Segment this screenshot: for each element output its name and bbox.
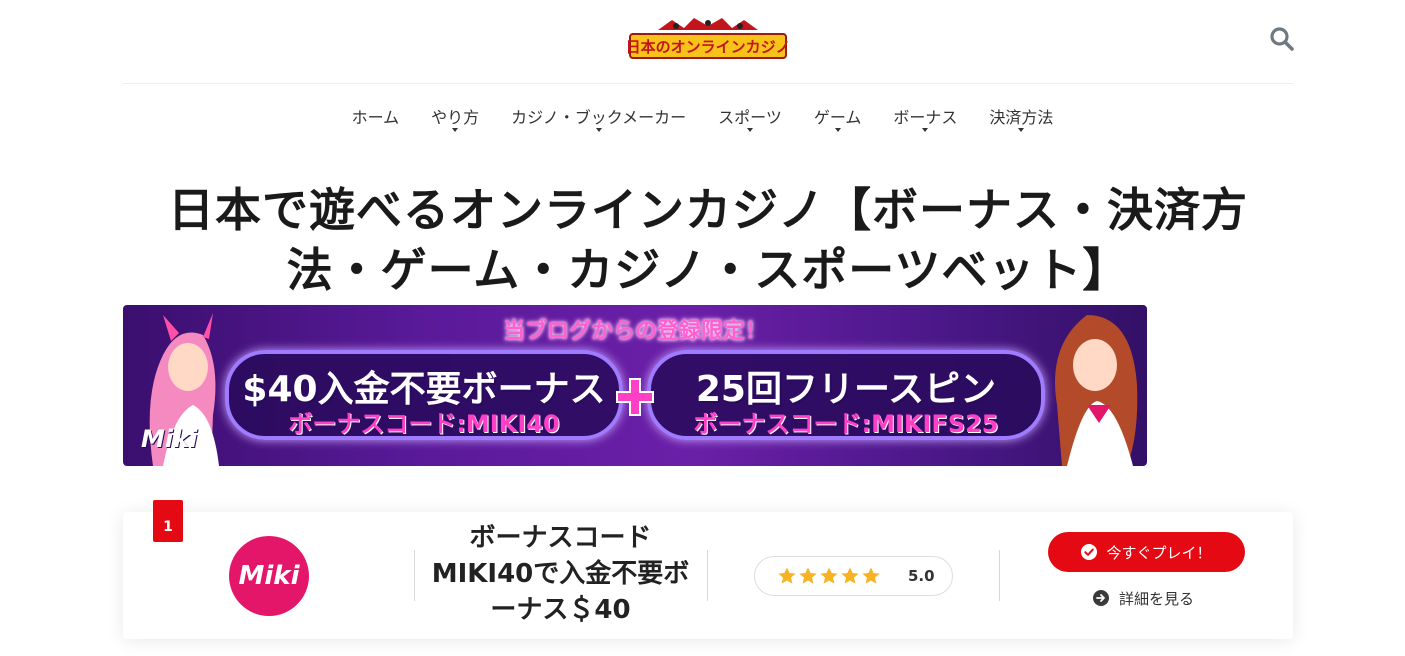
banner-offer-left: $40入金不要ボーナス ボーナスコード:MIKI40 (225, 350, 623, 440)
caret-down-icon (922, 128, 929, 132)
site-logo[interactable]: 日本のオンラインカジノ (626, 18, 790, 60)
nav-item-how-to[interactable]: やり方 (431, 104, 480, 132)
promo-banner[interactable]: Miki 当ブログからの登録限定！ $40入金不要ボーナス ボーナスコード:MI… (123, 305, 1147, 466)
nav-item-label: 決済方法 (989, 108, 1054, 127)
card-divider (999, 550, 1000, 601)
casino-card: Miki ボーナスコードMIKI40で入金不要ボーナス＄40 5.0 今すぐプレ… (123, 512, 1293, 639)
nav-item-label: ボーナス (893, 108, 958, 127)
bonus-description: ボーナスコードMIKI40で入金不要ボーナス＄40 (431, 523, 690, 625)
casino-logo-text: Miki (238, 561, 300, 591)
star-rating (777, 566, 882, 586)
check-circle-icon (1081, 544, 1098, 560)
nav-item-label: ホーム (351, 108, 400, 127)
caret-down-icon (595, 128, 602, 132)
nav-item-games[interactable]: ゲーム (813, 104, 862, 132)
rating-widget: 5.0 (754, 556, 953, 596)
main-nav: ホーム やり方 カジノ・ブックメーカー スポーツ ゲーム ボーナス 決済方法 (0, 84, 1405, 152)
page-title: 日本で遊べるオンラインカジノ【ボーナス・決済方法・ゲーム・カジノ・スポーツベット… (167, 183, 1249, 297)
nav-item-casino-bookmaker[interactable]: カジノ・ブックメーカー (511, 104, 687, 132)
star-icon (841, 567, 859, 584)
banner-headline: 当ブログからの登録限定！ (502, 319, 767, 344)
nav-item-label: スポーツ (718, 108, 782, 127)
arrow-circle-right-icon (1093, 590, 1109, 606)
star-icon (862, 567, 880, 584)
nav-item-label: カジノ・ブックメーカー (511, 108, 687, 127)
details-link[interactable]: 詳細を見る (1093, 588, 1194, 608)
nav-item-home[interactable]: ホーム (352, 104, 400, 128)
nav-item-bonus[interactable]: ボーナス (893, 104, 958, 132)
caret-down-icon (834, 128, 841, 132)
offer-code: ボーナスコード:MIKIFS25 (693, 410, 999, 438)
card-divider (707, 550, 708, 601)
nav-item-payment[interactable]: 決済方法 (989, 104, 1054, 132)
nav-item-sports[interactable]: スポーツ (718, 104, 782, 132)
star-icon (820, 567, 838, 584)
play-now-button[interactable]: 今すぐプレイ！ (1048, 532, 1245, 572)
banner-brand: Miki (141, 425, 198, 453)
plus-icon (616, 378, 654, 416)
caret-down-icon (452, 128, 459, 132)
logo-graphic: 日本のオンラインカジノ (626, 18, 790, 59)
offer-code: ボーナスコード:MIKI40 (288, 410, 560, 438)
star-icon (778, 567, 796, 584)
caret-down-icon (747, 128, 754, 132)
card-divider (414, 550, 415, 601)
play-now-label: 今すぐプレイ！ (1106, 543, 1212, 562)
character-illustration-right (1055, 315, 1138, 466)
search-icon[interactable] (1269, 26, 1295, 52)
banner-offer-right: 25回フリースピン ボーナスコード:MIKIFS25 (647, 350, 1045, 440)
svg-text:日本のオンラインカジノ: 日本のオンラインカジノ (628, 38, 788, 56)
caret-down-icon (1018, 128, 1025, 132)
nav-item-label: やり方 (431, 108, 480, 127)
rating-value: 5.0 (908, 567, 935, 585)
nav-item-label: ゲーム (813, 108, 862, 127)
rank-badge: 1 (153, 500, 183, 542)
site-header: 日本のオンラインカジノ ホーム やり方 カジノ・ブックメーカー スポーツ ゲーム (0, 0, 1405, 152)
casino-logo[interactable]: Miki (229, 536, 309, 616)
details-link-label: 詳細を見る (1119, 589, 1195, 608)
star-icon (799, 567, 817, 584)
